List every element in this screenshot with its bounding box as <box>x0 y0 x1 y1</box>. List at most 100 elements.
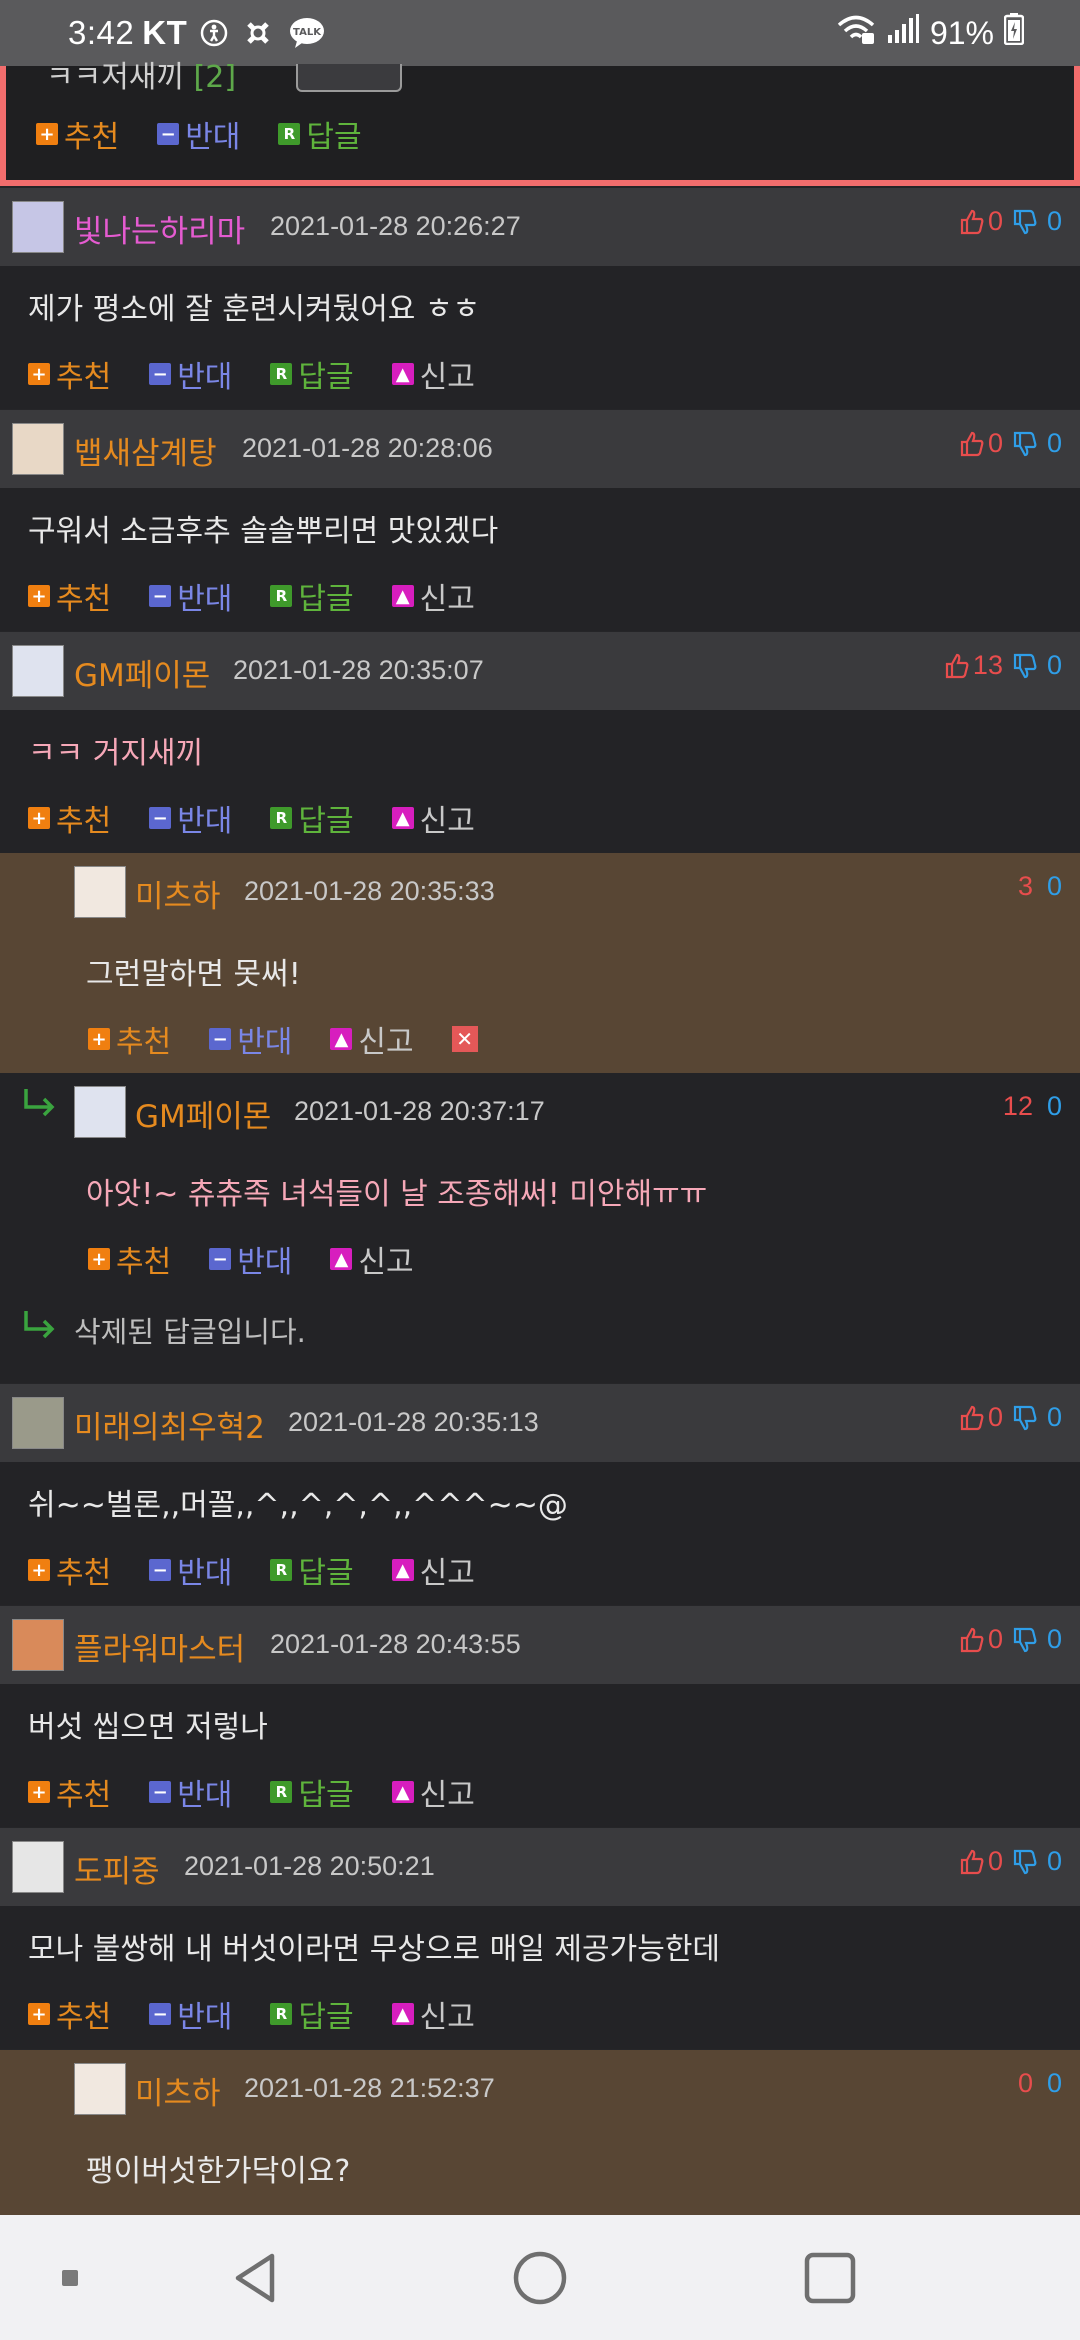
oppose-button[interactable]: − 반대 <box>209 1017 292 1061</box>
thumbs-up-icon[interactable] <box>960 1849 984 1875</box>
status-carrier: KT <box>142 14 188 51</box>
plus-icon: + <box>28 2003 50 2025</box>
post-partial-line: ㅋㅋ저새끼 [2] <box>46 52 236 96</box>
report-button[interactable]: ▲ 신고 <box>330 1237 414 1281</box>
comment-body: ㅋㅋ 거지새끼 + 추천 − 반대 R 답글 ▲ 신고 <box>0 710 1080 853</box>
thumbs-down-icon[interactable] <box>1013 1849 1037 1875</box>
thumbs-down-icon[interactable] <box>1013 431 1037 457</box>
reply-icon: R <box>270 363 293 385</box>
report-button[interactable]: ▲ 신고 <box>391 796 475 840</box>
report-button[interactable]: ▲ 신고 <box>330 1017 414 1061</box>
reply-button[interactable]: R 답글 <box>270 796 354 840</box>
plus-icon: + <box>88 1028 110 1050</box>
up-count: 12 <box>1002 1091 1033 1121</box>
avatar[interactable] <box>12 423 64 475</box>
recommend-button[interactable]: + 추천 <box>28 352 111 396</box>
close-icon: ✕ <box>456 1027 473 1051</box>
report-button[interactable]: ▲ 신고 <box>391 1548 475 1592</box>
comment-nick[interactable]: 빛나는하리마 <box>74 206 245 251</box>
comment-nick[interactable]: 미래의최우혁2 <box>74 1402 265 1447</box>
oppose-button[interactable]: − 반대 <box>149 796 232 840</box>
comment-nick[interactable]: GM페이몬 <box>74 650 210 695</box>
move-button[interactable] <box>296 64 402 92</box>
comment-body: 버섯 씹으면 저렇나 + 추천 − 반대 R 답글 ▲ 신고 <box>0 1684 1080 1827</box>
reply-nick[interactable]: 미츠하 <box>135 2068 221 2113</box>
oppose-button[interactable]: − 반대 <box>149 1770 232 1814</box>
report-button[interactable]: ▲ 신고 <box>391 352 475 396</box>
home-icon[interactable] <box>500 2215 580 2340</box>
reply-button[interactable]: R 답글 <box>270 352 354 396</box>
recommend-button[interactable]: + 추천 <box>36 112 119 156</box>
minus-icon: − <box>209 1248 232 1270</box>
reply-button[interactable]: R 답글 <box>270 1770 354 1814</box>
thumbs-up-icon[interactable] <box>960 1405 984 1431</box>
deleted-reply: 삭제된 답글입니다. <box>74 1315 306 1349</box>
thumbs-up-icon[interactable] <box>960 431 984 457</box>
oppose-button[interactable]: − 반대 <box>149 574 232 618</box>
recents-indicator[interactable] <box>40 2215 100 2340</box>
oppose-button[interactable]: − 반대 <box>149 1992 232 2036</box>
recommend-button[interactable]: + 추천 <box>88 1017 171 1061</box>
oppose-button[interactable]: − 반대 <box>157 112 240 156</box>
avatar[interactable] <box>12 1397 64 1449</box>
comment-body: 쉬~~벌론,,머꼴,,^,,^,^,^,,^^^~~@ + 추천 − 반대 R 답글 … <box>0 1462 1080 1605</box>
recommend-button[interactable]: + 추천 <box>28 1992 111 2036</box>
oppose-button[interactable]: − 반대 <box>149 1548 232 1592</box>
reply-item: 미츠하 2021-01-28 20:35:33 3 0 그런말하면 못써! + 추… <box>0 853 1080 1073</box>
thumbs-down-icon[interactable] <box>1013 209 1037 235</box>
recommend-button[interactable]: + 추천 <box>28 1770 111 1814</box>
siren-icon: ▲ <box>391 807 414 829</box>
thumbs-up-icon[interactable] <box>945 653 969 679</box>
avatar[interactable] <box>74 2063 126 2115</box>
recommend-button[interactable]: + 추천 <box>88 1237 171 1281</box>
overview-icon[interactable] <box>790 2215 870 2340</box>
avatar[interactable] <box>12 201 64 253</box>
reply-votes: 3 0 <box>1018 871 1062 902</box>
thumbs-down-icon[interactable] <box>1013 1627 1037 1653</box>
avatar[interactable] <box>12 1841 64 1893</box>
reply-button[interactable]: R 답글 <box>270 1992 354 2036</box>
comment-nick[interactable]: 뱁새삼계탕 <box>74 428 217 473</box>
status-right: 91% <box>836 0 1025 66</box>
comment-nick[interactable]: 도피중 <box>74 1846 160 1891</box>
reply-button[interactable]: R 답글 <box>278 112 362 156</box>
reply-button[interactable]: R 답글 <box>270 1548 354 1592</box>
avatar[interactable] <box>74 1086 126 1138</box>
thumbs-up-icon[interactable] <box>960 209 984 235</box>
recommend-button[interactable]: + 추천 <box>28 796 111 840</box>
back-icon[interactable] <box>215 2215 295 2340</box>
reply-nick[interactable]: GM페이몬 <box>135 1091 271 1136</box>
report-button[interactable]: ▲ 신고 <box>391 574 475 618</box>
reply-nick[interactable]: 미츠하 <box>135 871 221 916</box>
comment-actions: + 추천 − 반대 R 답글 ▲ 신고 <box>28 352 513 396</box>
avatar[interactable] <box>74 866 126 918</box>
down-count: 0 <box>1046 1846 1062 1876</box>
siren-icon: ▲ <box>391 585 414 607</box>
delete-button[interactable]: ✕ <box>451 1026 478 1052</box>
siren-icon: ▲ <box>330 1248 353 1270</box>
thumbs-up-icon[interactable] <box>960 1627 984 1653</box>
recommend-button[interactable]: + 추천 <box>28 1548 111 1592</box>
oppose-button[interactable]: − 반대 <box>209 1237 292 1281</box>
down-count: 0 <box>1046 871 1062 901</box>
avatar[interactable] <box>12 645 64 697</box>
reply-button[interactable]: R 답글 <box>270 574 354 618</box>
comment-votes: 0 0 <box>960 1624 1062 1655</box>
plus-icon: + <box>28 1559 50 1581</box>
thumbs-down-icon[interactable] <box>1013 1405 1037 1431</box>
up-count: 0 <box>987 206 1003 236</box>
siren-icon: ▲ <box>391 2003 414 2025</box>
screen: 3:42 KT TALK 91% ㅋㅋ저새끼 [2] + 추천 − 반대 R 답… <box>0 0 1080 2340</box>
thumbs-down-icon[interactable] <box>1013 653 1037 679</box>
avatar[interactable] <box>12 1619 64 1671</box>
oppose-button[interactable]: − 반대 <box>149 352 232 396</box>
plus-icon: + <box>28 363 50 385</box>
comment-time: 2021-01-28 20:26:27 <box>270 211 521 241</box>
comment-time: 2021-01-28 20:35:13 <box>288 1407 539 1437</box>
report-button[interactable]: ▲ 신고 <box>391 1992 475 2036</box>
report-button[interactable]: ▲ 신고 <box>391 1770 475 1814</box>
up-count: 0 <box>1017 2068 1033 2098</box>
recommend-button[interactable]: + 추천 <box>28 574 111 618</box>
comment-nick[interactable]: 플라워마스터 <box>74 1624 245 1669</box>
reply-icon: R <box>270 807 293 829</box>
